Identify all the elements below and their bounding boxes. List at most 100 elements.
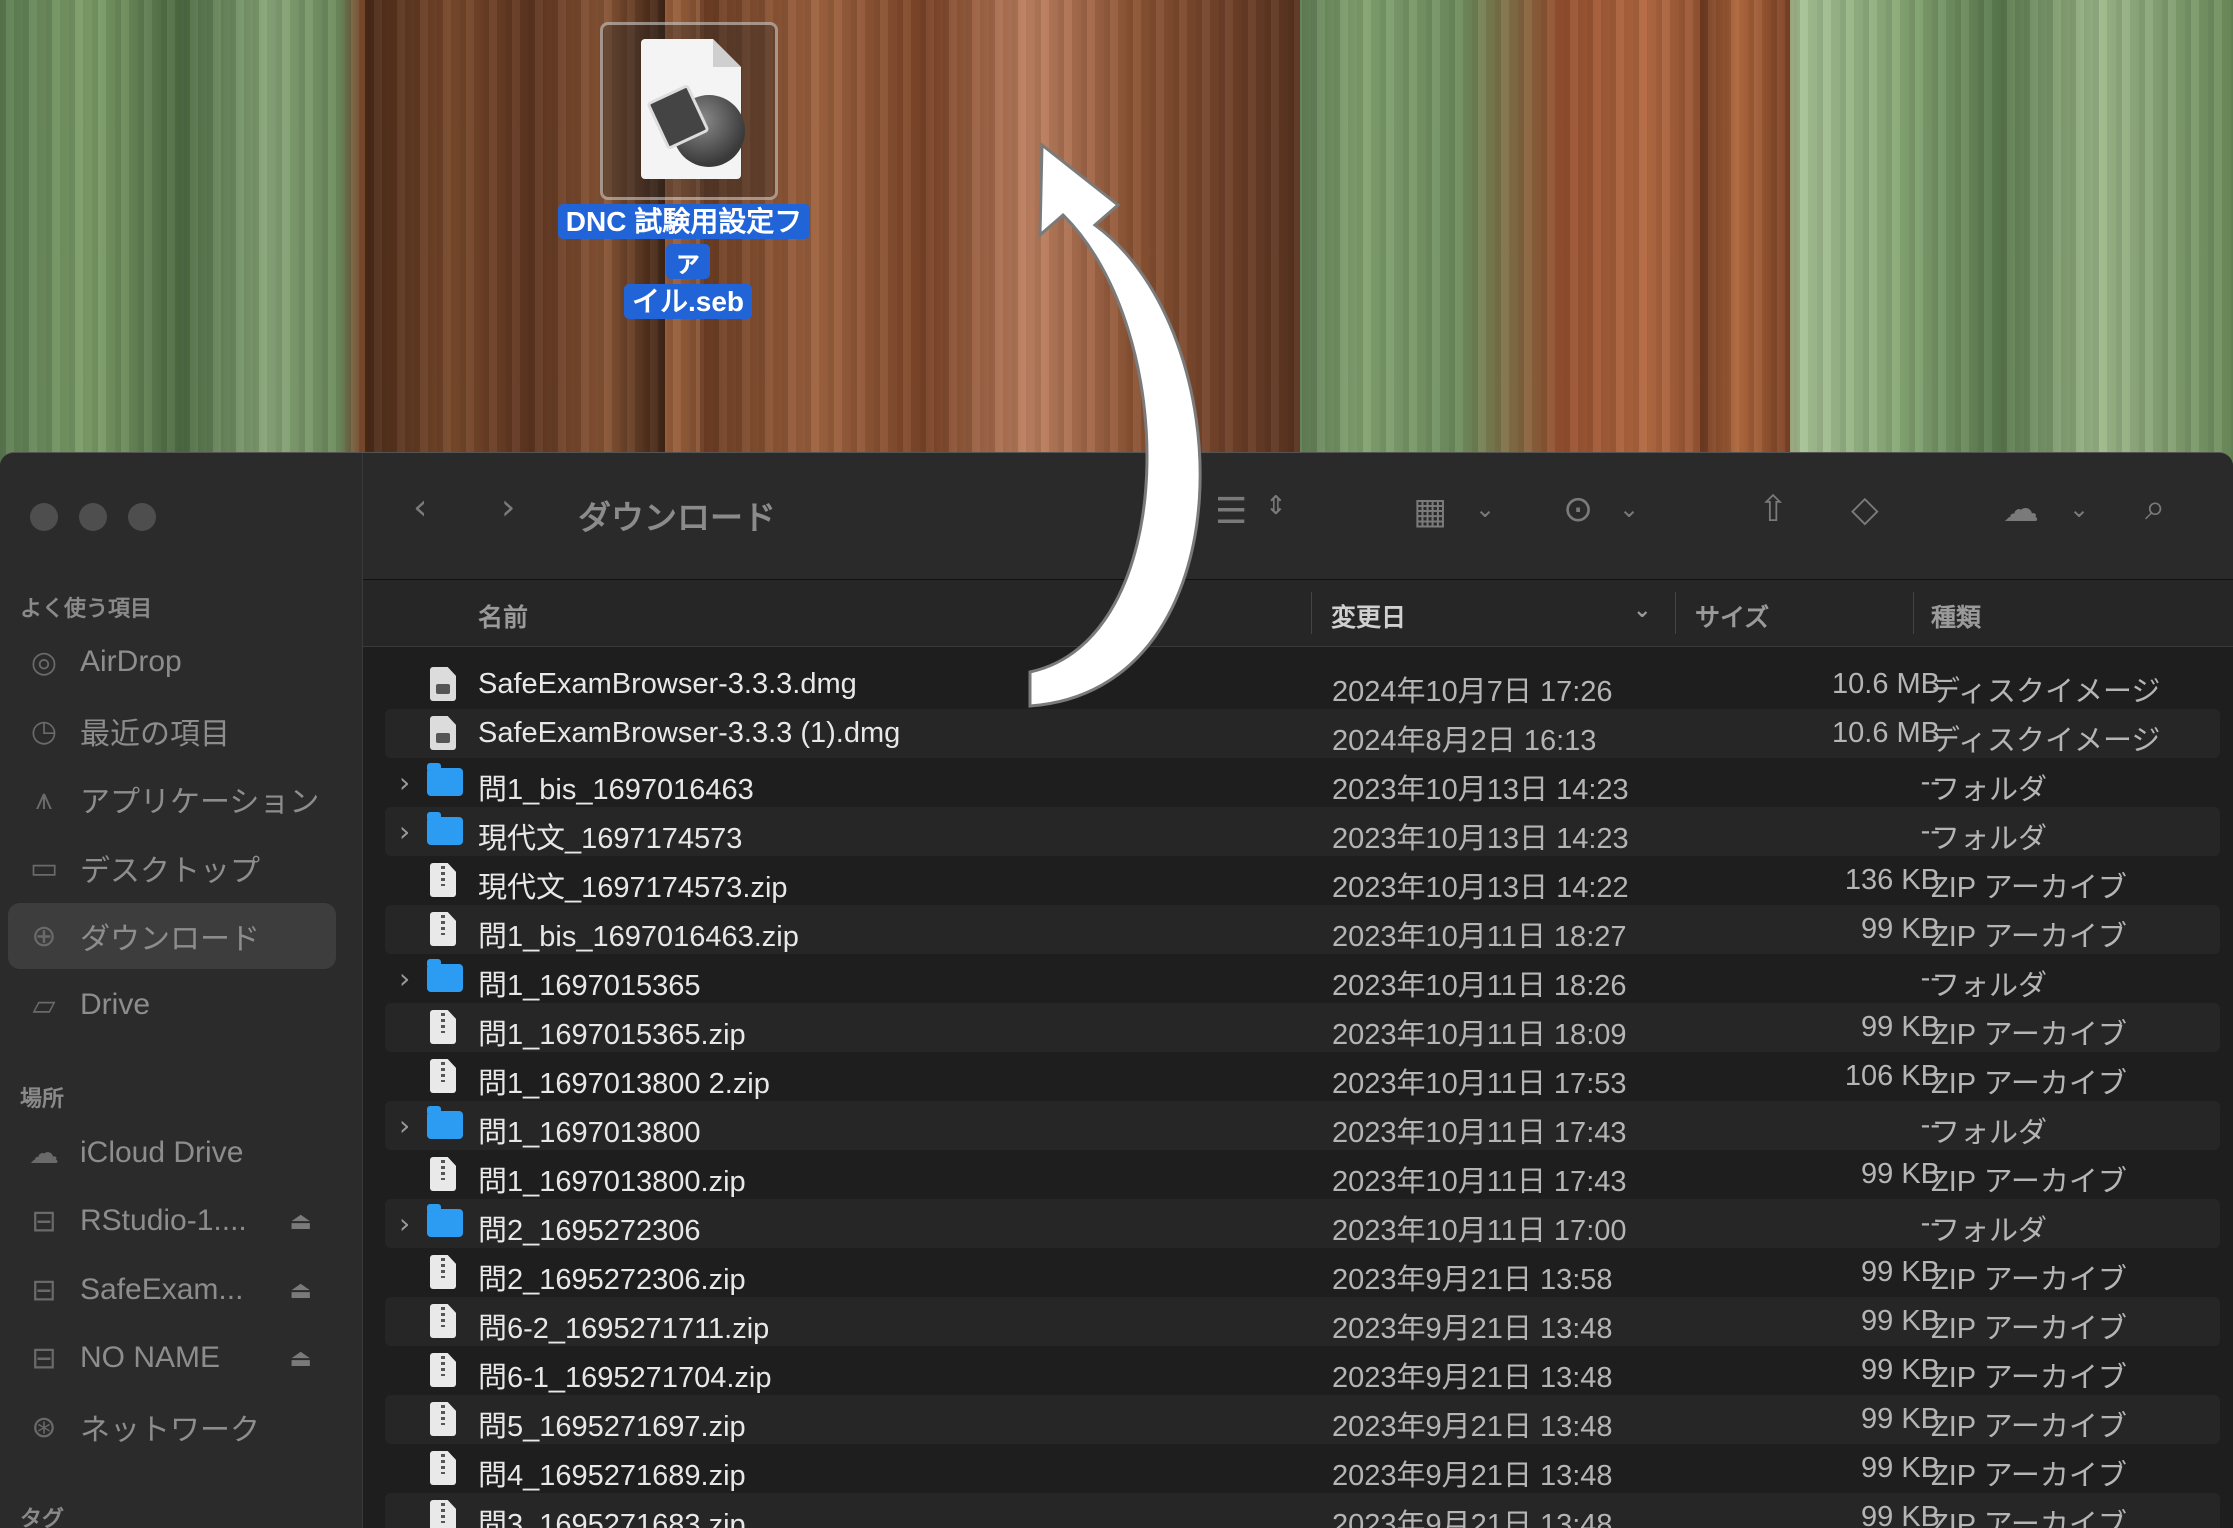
back-icon[interactable]: ‹ xyxy=(413,487,427,528)
file-row[interactable]: 問6-1_1695271704.zip 2023年9月21日 13:48 99 KB… xyxy=(385,1346,2220,1395)
sidebar-item-safeexam-volume[interactable]: ⊟ SafeExam... ⏏ xyxy=(8,1257,336,1323)
file-size: 10.6 MB xyxy=(1832,668,1940,700)
desktop-file-label[interactable]: DNC 試験用設定ファ イル.seb xyxy=(548,202,828,322)
sidebar-item-recents[interactable]: ◷ 最近の項目 xyxy=(8,698,336,764)
zip-archive-icon xyxy=(430,912,456,946)
zip-archive-icon xyxy=(430,1451,456,1485)
folder-icon xyxy=(427,959,463,992)
seb-file-icon[interactable] xyxy=(600,22,778,200)
file-size: 99 KB xyxy=(1861,1011,1940,1043)
chevron-down-icon[interactable]: ⌄ xyxy=(1619,495,1639,523)
sidebar-item-downloads[interactable]: ⊕ ダウンロード xyxy=(8,903,336,969)
folder-row[interactable]: › 現代文_1697174573 2023年10月13日 14:23 -- フォルダ xyxy=(385,807,2220,856)
more-icon[interactable]: ⊙ xyxy=(1563,489,1593,530)
file-row[interactable]: 問1_1697013800.zip 2023年10月11日 17:43 99 KB Z… xyxy=(385,1150,2220,1199)
sidebar-item-desktop[interactable]: ▭ デスクトップ xyxy=(8,835,336,901)
chevron-down-icon[interactable]: ⌄ xyxy=(1475,495,1495,523)
finder-window: よく使う項目 ◎ AirDrop ◷ 最近の項目 ⩚ アプリケーション ▭ デス… xyxy=(0,452,2233,1528)
file-date-modified: 2023年10月11日 17:43 xyxy=(1332,1166,1627,1198)
file-size: 106 KB xyxy=(1844,1060,1940,1092)
file-kind: ZIP アーカイブ xyxy=(1931,1362,2127,1394)
cloud-icon: ☁ xyxy=(29,1135,59,1171)
sidebar-item-applications[interactable]: ⩚ アプリケーション xyxy=(8,766,336,832)
list-view-icon[interactable]: ☰ xyxy=(1215,491,1247,532)
file-row[interactable]: 問1_1697015365.zip 2023年10月11日 18:09 99 KB Z… xyxy=(385,1003,2220,1052)
file-size: 99 KB xyxy=(1861,913,1940,945)
file-size: 99 KB xyxy=(1861,1158,1940,1190)
sidebar-item-network[interactable]: ⊛ ネットワーク xyxy=(8,1394,336,1460)
file-name: 問1_1697013800 xyxy=(478,1117,701,1149)
file-kind: ZIP アーカイブ xyxy=(1931,1460,2127,1492)
file-row[interactable]: 問3_1695271683.zip 2023年9月21日 13:48 99 KB ZI… xyxy=(385,1493,2220,1528)
file-name: 問5_1695271697.zip xyxy=(478,1411,746,1443)
file-row[interactable]: 現代文_1697174573.zip 2023年10月13日 14:22 136 K… xyxy=(385,856,2220,905)
file-row[interactable]: 問1_bis_1697016463.zip 2023年10月11日 18:27 99… xyxy=(385,905,2220,954)
close-window-button[interactable] xyxy=(30,503,58,531)
finder-toolbar: ‹ › ダウンロード ☰ ⇕ ▦ ⌄ ⊙ ⌄ ⇧ ◇ ☁ ⌄ ⌕ xyxy=(363,453,2233,580)
column-kind[interactable]: 種類 xyxy=(1931,598,1981,634)
file-kind: ZIP アーカイブ xyxy=(1931,1264,2127,1296)
sidebar-item-drive[interactable]: ▱ Drive xyxy=(8,972,336,1038)
chevron-down-icon[interactable]: ⌄ xyxy=(2069,495,2089,523)
disclosure-chevron-icon[interactable]: › xyxy=(399,1207,410,1240)
disk-icon: ⊟ xyxy=(31,1272,57,1308)
tag-icon[interactable]: ◇ xyxy=(1851,489,1879,530)
disclosure-chevron-icon[interactable]: › xyxy=(399,1109,410,1142)
sidebar-item-airdrop[interactable]: ◎ AirDrop xyxy=(8,629,336,695)
sort-descending-icon[interactable]: ⌄ xyxy=(1633,598,1651,623)
eject-icon[interactable]: ⏏ xyxy=(289,1276,312,1304)
icloud-sync-icon[interactable]: ☁ xyxy=(2003,489,2039,530)
file-date-modified: 2023年10月13日 14:23 xyxy=(1332,774,1629,806)
folder-icon xyxy=(427,1106,463,1139)
folder-icon: ▱ xyxy=(32,987,56,1023)
file-date-modified: 2023年9月21日 13:48 xyxy=(1332,1460,1613,1492)
file-date-modified: 2023年10月11日 18:09 xyxy=(1332,1019,1627,1051)
file-name: 問6-2_1695271711.zip xyxy=(478,1313,770,1345)
file-name: 問1_bis_1697016463.zip xyxy=(478,921,799,953)
file-date-modified: 2023年10月11日 17:53 xyxy=(1332,1068,1627,1100)
folder-row[interactable]: › 問1_1697015365 2023年10月11日 18:26 -- フォルダ xyxy=(385,954,2220,1003)
forward-icon[interactable]: › xyxy=(501,487,515,528)
eject-icon[interactable]: ⏏ xyxy=(289,1207,312,1235)
folder-icon xyxy=(427,812,463,845)
minimize-window-button[interactable] xyxy=(79,503,107,531)
file-size: 99 KB xyxy=(1861,1354,1940,1386)
file-row[interactable]: SafeExamBrowser-3.3.3 (1).dmg 2024年8月2日 1… xyxy=(385,709,2220,758)
sidebar-item-icloud-drive[interactable]: ☁ iCloud Drive xyxy=(8,1120,336,1186)
disclosure-chevron-icon[interactable]: › xyxy=(399,962,410,995)
file-row[interactable]: 問1_1697013800 2.zip 2023年10月11日 17:53 106 … xyxy=(385,1052,2220,1101)
file-row[interactable]: SafeExamBrowser-3.3.3.dmg 2024年10月7日 17:2… xyxy=(385,660,2220,709)
column-size[interactable]: サイズ xyxy=(1695,598,1769,634)
applications-icon: ⩚ xyxy=(35,781,53,817)
disclosure-chevron-icon[interactable]: › xyxy=(399,815,410,848)
eject-icon[interactable]: ⏏ xyxy=(289,1344,312,1372)
file-date-modified: 2023年10月11日 17:00 xyxy=(1332,1215,1627,1247)
sidebar-item-rstudio-volume[interactable]: ⊟ RStudio-1.... ⏏ xyxy=(8,1188,336,1254)
file-kind: ZIP アーカイブ xyxy=(1931,921,2127,953)
folder-row[interactable]: › 問1_bis_1697016463 2023年10月13日 14:23 -- フォル… xyxy=(385,758,2220,807)
file-name: 現代文_1697174573 xyxy=(478,823,743,855)
sort-chevron-icon[interactable]: ⇕ xyxy=(1265,491,1287,521)
file-name: 問6-1_1695271704.zip xyxy=(478,1362,772,1394)
share-icon[interactable]: ⇧ xyxy=(1758,489,1788,530)
file-date-modified: 2023年9月21日 13:58 xyxy=(1332,1264,1613,1296)
file-row[interactable]: 問2_1695272306.zip 2023年9月21日 13:58 99 KB ZI… xyxy=(385,1248,2220,1297)
file-row[interactable]: 問6-2_1695271711.zip 2023年9月21日 13:48 99 KB… xyxy=(385,1297,2220,1346)
window-title: ダウンロード xyxy=(578,498,776,537)
column-name[interactable]: 名前 xyxy=(478,598,528,634)
file-name: 問2_1695272306.zip xyxy=(478,1264,746,1296)
zoom-window-button[interactable] xyxy=(128,503,156,531)
column-date-modified[interactable]: 変更日 xyxy=(1331,598,1406,634)
search-icon[interactable]: ⌕ xyxy=(2145,487,2165,529)
folder-row[interactable]: › 問1_1697013800 2023年10月11日 17:43 -- フォルダ xyxy=(385,1101,2220,1150)
disk-image-icon xyxy=(430,667,456,701)
sidebar-section-tags: タグ xyxy=(20,1507,65,1528)
zip-archive-icon xyxy=(430,1059,456,1093)
file-name: 問1_1697013800.zip xyxy=(478,1166,746,1198)
sidebar-item-no-name-volume[interactable]: ⊟ NO NAME ⏏ xyxy=(8,1325,336,1391)
file-row[interactable]: 問5_1695271697.zip 2023年9月21日 13:48 99 KB ZI… xyxy=(385,1395,2220,1444)
grid-view-icon[interactable]: ▦ xyxy=(1413,491,1447,532)
file-row[interactable]: 問4_1695271689.zip 2023年9月21日 13:48 99 KB ZI… xyxy=(385,1444,2220,1493)
folder-row[interactable]: › 問2_1695272306 2023年10月11日 17:00 -- フォルダ xyxy=(385,1199,2220,1248)
disclosure-chevron-icon[interactable]: › xyxy=(399,766,410,799)
